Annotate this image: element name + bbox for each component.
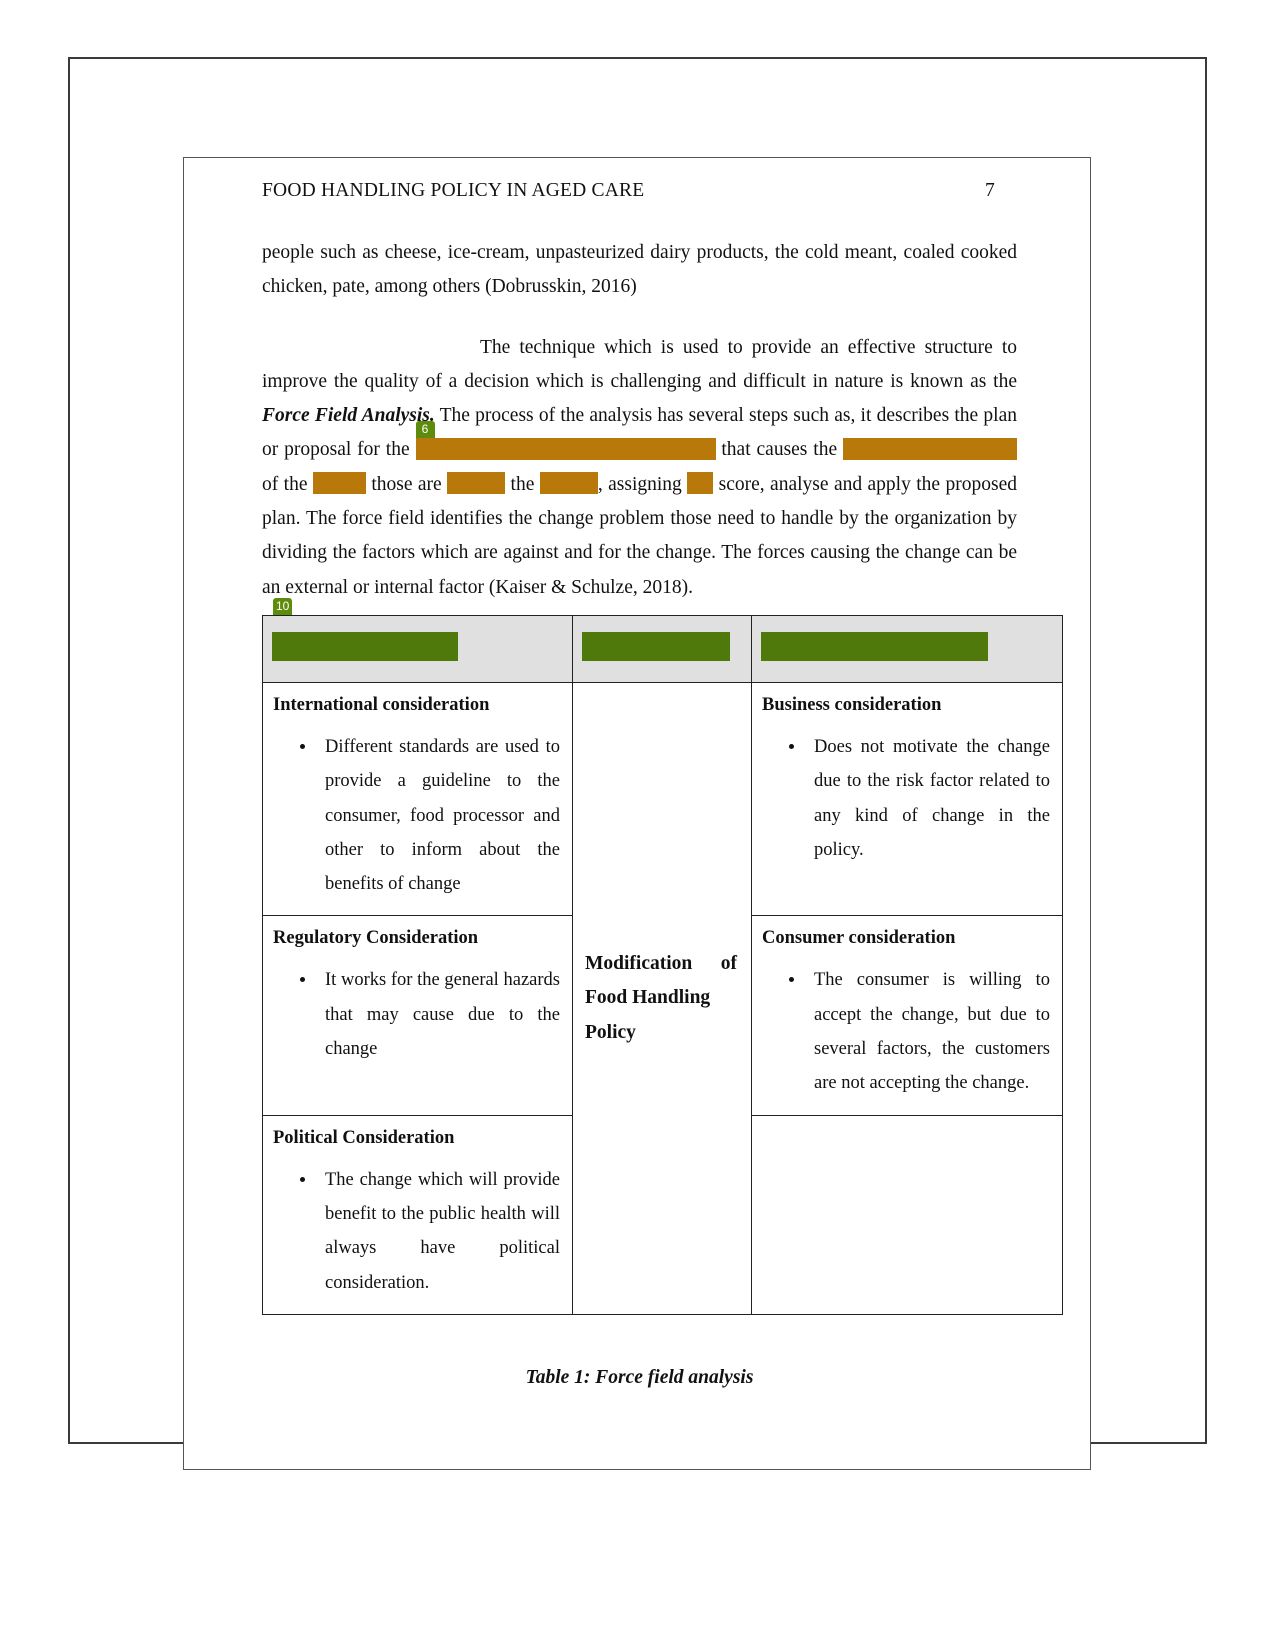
redaction-bar-2 (843, 438, 909, 461)
header-redaction-bar-left (272, 631, 458, 661)
table-badge-10[interactable]: 10 (273, 597, 293, 615)
document-frame: FOOD HANDLING POLICY IN AGED CARE 7 peop… (183, 157, 1091, 1470)
redaction-bar-1: 6 (415, 421, 716, 461)
cell-body: Business consideration Does not motivate… (752, 683, 1062, 881)
running-head: FOOD HANDLING POLICY IN AGED CARE 7 (262, 180, 1017, 202)
cell-title-consumer: Consumer consideration (762, 928, 956, 949)
paragraph-2-segment-a: The technique which is used to provide a… (262, 336, 1017, 392)
list-item: It works for the general hazards that ma… (317, 963, 560, 1066)
redaction-badge-6[interactable]: 6 (415, 421, 435, 439)
paragraph-2-segment-d: of the (262, 473, 313, 495)
document-content: FOOD HANDLING POLICY IN AGED CARE 7 peop… (262, 180, 1063, 1389)
cell-business-consideration: Business consideration Does not motivate… (751, 681, 1063, 917)
cell-body: Regulatory Consideration It works for th… (263, 916, 572, 1080)
paragraph-2-segment-c: that causes the (715, 439, 843, 461)
table-caption: Table 1: Force field analysis (525, 1366, 754, 1388)
bullet-list-consumer: The consumer is willing to accept the ch… (762, 963, 1050, 1100)
list-item: The consumer is willing to accept the ch… (806, 963, 1050, 1100)
paragraph-1: people such as cheese, ice-cream, unpast… (262, 236, 1017, 305)
cell-international-consideration: International consideration Different st… (262, 681, 573, 917)
scanned-page-border: FOOD HANDLING POLICY IN AGED CARE 7 peop… (68, 57, 1207, 1470)
cell-political-consideration: Political Consideration The change which… (262, 1114, 573, 1315)
table-header-cell-left: 10 (262, 597, 573, 683)
cell-body: International consideration Different st… (263, 683, 572, 915)
redaction-bar-4 (312, 472, 366, 495)
center-text-block: Modification of Food Handling Policy (585, 947, 737, 1050)
cell-title-business: Business consideration (762, 694, 942, 715)
force-field-analysis-table: 10 International consideration • Differe… (262, 597, 1063, 1315)
list-item: Different standards are used to provide … (317, 730, 560, 901)
paragraph-2-segment-e: those are (365, 473, 448, 495)
list-item: The change which will provide benefit to… (317, 1163, 560, 1300)
cell-regulatory-consideration: Regulatory Consideration It works for th… (262, 915, 573, 1116)
cell-body: Consumer consideration The consumer is w… (752, 916, 1062, 1114)
table-row: International consideration Different st… (262, 681, 1063, 1315)
redaction-bar-6 (539, 472, 598, 495)
paragraph-2: The technique which is used to provide a… (262, 331, 1017, 605)
list-item: Does not motivate the change due to the … (806, 730, 1050, 867)
cell-empty-bottom-right (751, 1114, 1063, 1315)
paragraph-2-segment-f: the (505, 473, 540, 495)
center-text-line-1: Modification of (585, 952, 737, 974)
table-header-cell-right (751, 614, 1063, 683)
bullet-list-international: Different standards are used to provide … (273, 730, 560, 901)
redaction-bar-3 (909, 438, 1017, 461)
bullet-list-political: The change which will provide benefit to… (273, 1163, 560, 1300)
paragraph-1-text: people such as cheese, ice-cream, unpast… (262, 242, 1017, 298)
redaction-bar-7 (687, 472, 714, 495)
cell-center-modification: Modification of Food Handling Policy (572, 681, 752, 1315)
header-redaction-bar-right (761, 631, 988, 661)
table-header-cell-center (572, 614, 752, 683)
cell-title-international: International consideration (273, 694, 490, 715)
center-text-line-3: Policy (585, 1021, 636, 1043)
table-header-row: 10 (262, 597, 1063, 683)
redaction-bar-5 (447, 472, 506, 495)
running-head-title: FOOD HANDLING POLICY IN AGED CARE (262, 180, 645, 201)
bullet-list-regulatory: It works for the general hazards that ma… (273, 963, 560, 1066)
center-text-line-2: Food Handling (585, 987, 711, 1009)
cell-title-political: Political Consideration (273, 1127, 455, 1148)
page-number: 7 (985, 180, 995, 201)
bullet-list-business: Does not motivate the change due to the … (762, 730, 1050, 867)
cell-body: Political Consideration The change which… (263, 1116, 572, 1314)
force-field-analysis-emphasis: Force Field Analysis. (262, 405, 435, 427)
header-redaction-bar-center (582, 631, 730, 661)
cell-title-regulatory: Regulatory Consideration (273, 928, 479, 949)
cell-consumer-consideration: Consumer consideration The consumer is w… (751, 915, 1063, 1116)
paragraph-2-segment-g: , assigning (597, 473, 688, 495)
